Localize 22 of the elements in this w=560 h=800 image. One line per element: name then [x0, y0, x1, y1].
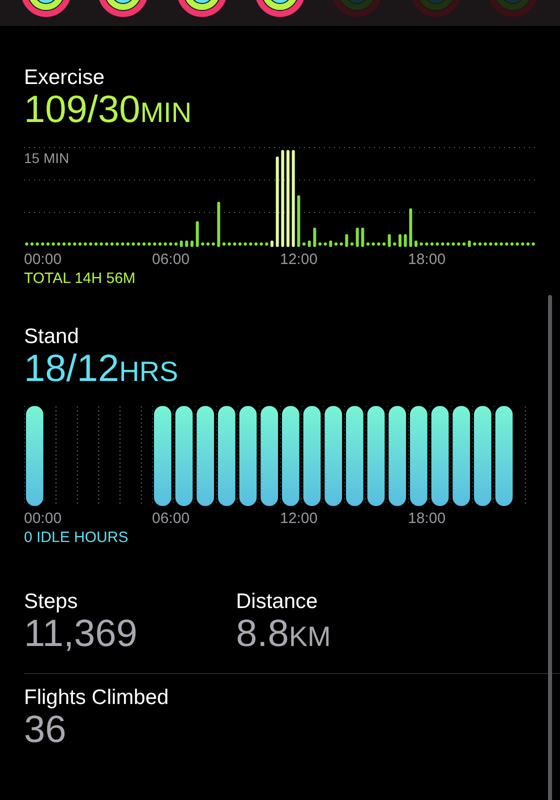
stat-label: Distance	[236, 590, 319, 614]
y-axis-label: 15 MIN	[24, 150, 70, 166]
x-axis-label: 00:00	[24, 510, 62, 527]
stat-label: Flights Climbed	[24, 686, 170, 710]
x-axis-label: 18:00	[408, 251, 446, 268]
section-title: Exercise	[24, 66, 106, 90]
x-axis-label: 12:00	[280, 251, 318, 268]
workout-bar	[270, 240, 274, 247]
goal-value: 18/12HRS	[24, 349, 180, 392]
stat-label: Steps	[24, 590, 79, 614]
section-title: Stand	[24, 325, 80, 349]
goal-value: 36	[24, 710, 68, 750]
goal-value: 8.8KM	[236, 614, 332, 657]
x-axis-label: 18:00	[408, 510, 446, 527]
x-axis-label: 06:00	[152, 510, 190, 527]
idle-hours: 0 IDLE HOURS	[24, 529, 128, 546]
x-axis-label: 00:00	[24, 251, 62, 268]
exercise-total: TOTAL 14H 56M	[24, 270, 136, 287]
x-axis-label: 12:00	[280, 510, 318, 527]
goal-value: 11,369	[24, 614, 138, 654]
goal-value: 109/30MIN	[24, 90, 193, 133]
x-axis-label: 06:00	[152, 251, 190, 268]
